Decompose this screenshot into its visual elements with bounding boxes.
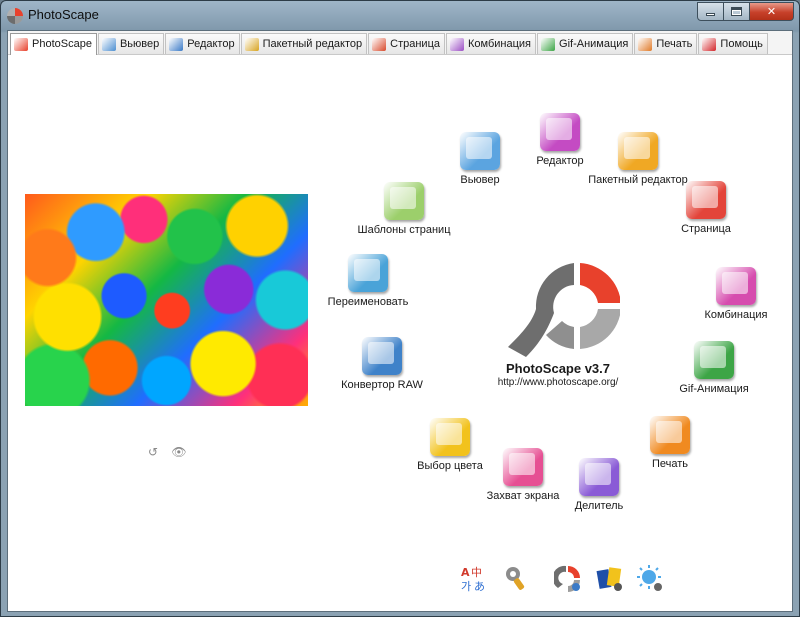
- tool-label: Страница: [681, 223, 731, 235]
- rename-icon: [348, 254, 388, 292]
- view-icon[interactable]: 👁: [171, 445, 186, 459]
- raw-converter-icon: [362, 337, 402, 375]
- main-area: PhotoScape Вьювер Редактор Пакетный редакто…: [7, 30, 793, 612]
- brightness-glyph: [637, 565, 662, 591]
- maximize-button[interactable]: [724, 2, 750, 21]
- svg-text:あ: あ: [474, 580, 485, 592]
- tab-editor[interactable]: Редактор: [165, 33, 240, 54]
- tool-label: Конвертор RAW: [341, 379, 423, 391]
- splitter-icon: [579, 458, 619, 496]
- tool-rename[interactable]: Переименовать: [308, 254, 428, 308]
- update-glyph: [552, 565, 580, 592]
- logo-name: PhotoScape v3.7: [505, 361, 611, 376]
- photoscape-logo[interactable]: [502, 251, 620, 361]
- photo-sharing-icon[interactable]: [596, 564, 624, 592]
- tool-raw-converter[interactable]: Конвертор RAW: [322, 337, 442, 391]
- tab-photoscape[interactable]: PhotoScape: [10, 33, 97, 55]
- preview-photo[interactable]: [25, 194, 308, 406]
- minimize-button[interactable]: [697, 2, 724, 21]
- close-button[interactable]: ✕: [750, 2, 794, 21]
- tool-label: Выбор цвета: [417, 460, 483, 472]
- editor-icon: [540, 113, 580, 151]
- tab-combine[interactable]: Комбинация: [446, 33, 537, 54]
- svg-text:A: A: [461, 566, 470, 579]
- logo-url[interactable]: http://www.photoscape.org/: [483, 377, 633, 388]
- maximize-icon: [731, 7, 742, 16]
- tab-label: Комбинация: [468, 37, 532, 50]
- svg-text:가: 가: [461, 580, 471, 592]
- page-templates-icon: [384, 182, 424, 220]
- language-icon[interactable]: A 中 가 あ: [460, 564, 488, 593]
- window-controls: ✕: [697, 2, 794, 21]
- tab-gif-animation[interactable]: Gif-Анимация: [537, 33, 634, 54]
- logo-segment-red: [580, 263, 620, 303]
- title-bar[interactable]: PhotoScape ✕: [1, 1, 799, 29]
- photoscape-icon: [14, 38, 28, 51]
- app-icon[interactable]: [7, 8, 23, 24]
- tool-label: Gif-Анимация: [679, 383, 749, 395]
- page-icon: [686, 181, 726, 219]
- app-window: PhotoScape ✕ PhotoScape Вьювер Редактор Пак…: [0, 0, 800, 617]
- tool-label: Шаблоны страниц: [357, 224, 451, 236]
- tool-batch-editor[interactable]: Пакетный редактор: [578, 132, 698, 186]
- combine-icon: [716, 267, 756, 305]
- language-glyph: A 中 가 あ: [461, 566, 485, 593]
- sharing-glyph: [596, 567, 622, 591]
- tab-label: Страница: [390, 37, 440, 50]
- viewer-icon: [101, 37, 116, 51]
- logo-segment-light: [580, 309, 620, 349]
- tool-label: Переименовать: [327, 296, 409, 308]
- tab-label: Печать: [656, 37, 693, 50]
- svg-text:中: 中: [471, 566, 482, 579]
- tab-viewer[interactable]: Вьювер: [97, 33, 165, 54]
- gif-animation-icon: [541, 37, 556, 51]
- tool-page[interactable]: Страница: [646, 181, 766, 235]
- tool-label: Редактор: [536, 155, 584, 167]
- close-icon: ✕: [766, 6, 777, 18]
- editor-icon: [169, 37, 184, 51]
- tab-label: Редактор: [187, 37, 235, 50]
- window-title: PhotoScape: [28, 7, 99, 22]
- tab-label: PhotoScape: [32, 38, 92, 50]
- tab-label: Помощь: [720, 37, 763, 50]
- gif-animation-icon: [694, 341, 734, 379]
- tab-label: Пакетный редактор: [262, 37, 363, 50]
- tool-combine[interactable]: Комбинация: [676, 267, 796, 321]
- page-icon: [372, 37, 387, 51]
- tab-page[interactable]: Страница: [368, 33, 445, 54]
- batch-editor-icon: [244, 37, 259, 51]
- tab-print[interactable]: Печать: [634, 33, 698, 54]
- minimize-icon: [706, 13, 715, 16]
- tool-label: Вьювер: [460, 174, 500, 186]
- tools-glyph: [506, 567, 525, 590]
- tool-label: Захват экрана: [486, 490, 560, 502]
- tool-gif-animation[interactable]: Gif-Анимация: [654, 341, 774, 395]
- brightness-icon[interactable]: [636, 564, 664, 592]
- tool-page-templates[interactable]: Шаблоны страниц: [344, 182, 464, 236]
- tab-batch-editor[interactable]: Пакетный редактор: [240, 33, 368, 54]
- viewer-icon: [460, 132, 500, 170]
- tool-label: Комбинация: [704, 309, 768, 321]
- print-icon: [650, 416, 690, 454]
- tab-label: Вьювер: [119, 37, 160, 50]
- tab-label: Gif-Анимация: [559, 37, 629, 50]
- tool-color-picker[interactable]: Выбор цвета: [390, 418, 510, 472]
- combine-icon: [450, 37, 464, 51]
- logo-segment-mid: [546, 321, 574, 349]
- color-picker-icon: [430, 418, 470, 456]
- tab-bar: PhotoScape Вьювер Редактор Пакетный редакто…: [8, 31, 792, 55]
- photoscape-update-icon[interactable]: [552, 564, 582, 592]
- help-icon: [702, 37, 717, 51]
- tools-icon[interactable]: [502, 564, 530, 592]
- batch-editor-icon: [618, 132, 658, 170]
- tab-help[interactable]: Помощь: [698, 33, 768, 54]
- print-icon: [638, 37, 653, 51]
- rotate-icon[interactable]: ↺: [146, 445, 160, 459]
